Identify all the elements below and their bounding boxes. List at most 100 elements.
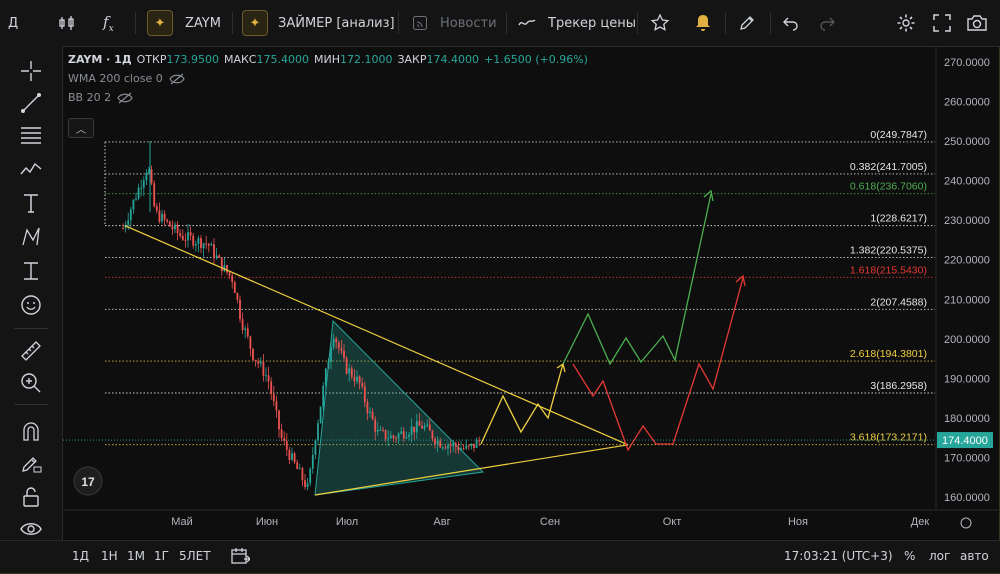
high-label: МАКС (223, 53, 257, 66)
candle-body (241, 319, 244, 331)
emoji-tool[interactable] (18, 292, 44, 318)
candle-body (330, 347, 332, 362)
change-value: +1.6500 (+0.96%) (484, 53, 588, 66)
star-icon (650, 13, 670, 31)
candle-body (220, 257, 223, 272)
candle-body (163, 213, 166, 220)
chart-type-button[interactable] (58, 0, 76, 46)
symbol-selector[interactable]: ✦ ZAYM (147, 0, 221, 46)
candle-body (129, 209, 132, 221)
candle-body (259, 361, 262, 364)
trendline-tool[interactable] (18, 90, 44, 116)
tf-label: 1Г (154, 549, 169, 563)
price-tick-label: 250.0000 (944, 136, 990, 148)
auto-toggle[interactable]: авто (960, 541, 989, 571)
shapes-tool[interactable] (18, 224, 44, 250)
chart-area[interactable]: 270.0000 260.0000 250.0000 240.0000 230.0000… (63, 46, 1000, 550)
measure-tool[interactable] (18, 258, 44, 284)
menu-button[interactable]: Д (8, 0, 18, 46)
analysis-idea-button[interactable]: ✦ ЗАЙМЕР [анализ] (242, 0, 395, 46)
fib-level-label: 1.382(220.5375) (850, 245, 927, 257)
fx-icon: fx (103, 12, 114, 34)
candle-body (356, 376, 358, 382)
fullscreen-button[interactable] (933, 0, 951, 46)
lock-tool[interactable] (18, 484, 44, 510)
pattern-icon (20, 162, 42, 175)
pattern-tool[interactable] (18, 156, 44, 182)
clock-timezone[interactable]: 17:03:21 (UTC+3) (784, 541, 893, 571)
candle-body (311, 454, 314, 469)
fib-tool[interactable] (18, 122, 44, 148)
zoom-tool[interactable] (18, 370, 44, 396)
redo-button[interactable] (818, 0, 836, 46)
date-range-button[interactable] (230, 541, 250, 571)
candle-body (171, 226, 174, 230)
undo-button[interactable] (782, 0, 800, 46)
fib-level-label: 0.618(236.7060) (850, 181, 927, 193)
favorite-button[interactable] (650, 0, 670, 46)
top-toolbar: Д fx ✦ ZAYM ✦ ЗАЙМЕР [анализ] Новости Тр… (0, 0, 1000, 47)
price-chart[interactable]: 270.0000 260.0000 250.0000 240.0000 230.0000… (63, 46, 1000, 550)
collapse-legend-button[interactable]: ︿ (68, 118, 94, 138)
symbol-label: ZAYM (185, 15, 221, 31)
screenshot-button[interactable] (966, 0, 988, 46)
indicators-button[interactable]: fx (103, 0, 114, 46)
candles-icon (59, 16, 74, 30)
candle-body (122, 228, 124, 230)
alerts-button[interactable] (694, 0, 712, 46)
drawing-toolbar (0, 46, 63, 550)
candle-body (379, 429, 382, 431)
tf-1y[interactable]: 1Г (154, 541, 169, 571)
candle-body (280, 429, 283, 439)
candle-body (194, 243, 197, 246)
fib-level-label: 0(249.7847) (870, 129, 927, 141)
clock-label: 17:03:21 (UTC+3) (784, 549, 893, 563)
price-tracker-button[interactable]: Трекер цены (518, 0, 636, 46)
legend-symbol: ZAYM · 1Д (68, 53, 132, 66)
drawing-mode-tool[interactable] (18, 450, 44, 476)
eye-hidden-icon[interactable] (117, 92, 133, 104)
percent-toggle[interactable]: % (904, 541, 915, 571)
candle-body (244, 328, 247, 331)
visibility-tool[interactable] (18, 516, 44, 542)
candle-body (402, 431, 405, 439)
ruler-tool[interactable] (18, 338, 44, 364)
crosshair-tool[interactable] (18, 58, 44, 84)
candle-body (371, 411, 374, 420)
fullscreen-icon (933, 14, 951, 32)
high-value: 175.4000 (256, 53, 309, 66)
candle-body (405, 436, 408, 439)
candle-body (207, 243, 210, 246)
candle-body (166, 219, 169, 222)
open-value: 173.9500 (166, 53, 219, 66)
tf-1w[interactable]: 1Н (101, 541, 118, 571)
indicator-wma[interactable]: WMA 200 close 0 (68, 72, 588, 85)
magnet-tool[interactable] (18, 418, 44, 444)
eye-hidden-icon[interactable] (169, 73, 185, 85)
candle-body (304, 480, 306, 487)
candle-body (358, 376, 361, 384)
candle-body (366, 402, 369, 413)
candle-body (384, 430, 387, 439)
tf-1d[interactable]: 1Д (72, 541, 89, 571)
indicator-bb[interactable]: BB 20 2 (68, 91, 588, 104)
candle-body (213, 244, 215, 258)
tf-1m[interactable]: 1М (127, 541, 145, 571)
candle-body (197, 238, 200, 244)
text-tool[interactable] (18, 190, 44, 216)
candle-body (168, 221, 171, 227)
log-toggle[interactable]: лог (929, 541, 950, 571)
candle-body (293, 453, 296, 463)
candle-body (231, 275, 234, 282)
news-button[interactable]: Новости (412, 0, 497, 46)
candle-body (298, 468, 301, 470)
drawing-pen-button[interactable] (738, 0, 756, 46)
candle-body (158, 210, 161, 222)
tf-5y[interactable]: 5ЛЕТ (179, 541, 211, 571)
tradingview-logo-mark: 17 (81, 475, 95, 489)
settings-button[interactable] (896, 0, 916, 46)
candle-body (226, 265, 228, 273)
toolbar-divider (770, 12, 771, 34)
candle-body (145, 172, 148, 181)
candle-body (317, 423, 319, 441)
